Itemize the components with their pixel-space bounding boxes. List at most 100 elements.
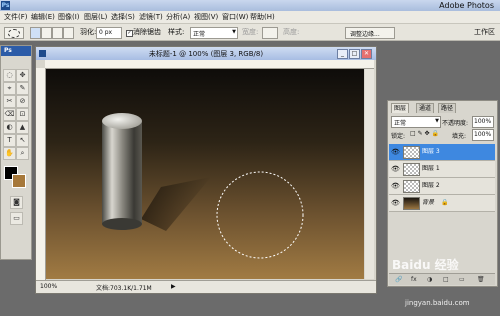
move-tool[interactable]: ✥ bbox=[16, 69, 29, 82]
layer-thumbnail bbox=[403, 180, 420, 193]
tools-panel-header: Ps bbox=[1, 46, 31, 56]
hand-tool[interactable]: ✋ bbox=[3, 147, 16, 160]
menu-filter[interactable]: 滤镜(T) bbox=[139, 12, 163, 22]
antialias-checkbox[interactable]: ✓ bbox=[126, 30, 133, 37]
fx-icon[interactable]: fx bbox=[411, 276, 417, 283]
eye-icon[interactable]: 👁 bbox=[391, 148, 400, 156]
canvas-artwork bbox=[102, 113, 304, 259]
antialias-label: 消除锯齿 bbox=[133, 28, 161, 36]
layer-thumbnail bbox=[403, 197, 420, 210]
menu-layer[interactable]: 图层(L) bbox=[84, 12, 107, 22]
cylinder-shadow bbox=[141, 177, 211, 231]
menu-window[interactable]: 窗口(W) bbox=[222, 12, 248, 22]
tab-layers[interactable]: 图层 bbox=[391, 103, 410, 113]
menu-help[interactable]: 帮助(H) bbox=[250, 12, 275, 22]
style-label: 样式: bbox=[168, 28, 185, 36]
quick-mask-button[interactable]: ◙ bbox=[10, 196, 23, 209]
document-info: 文档:703.1K/1.71M bbox=[96, 285, 152, 292]
crop-tool[interactable]: ✂ bbox=[3, 95, 16, 108]
zoom-tool[interactable]: ⌕ bbox=[16, 147, 29, 160]
eye-icon[interactable]: 👁 bbox=[391, 199, 400, 207]
adjustment-layer-icon[interactable]: ◑ bbox=[427, 276, 432, 283]
path-select-tool[interactable]: ↖ bbox=[16, 134, 29, 147]
vertical-scrollbar[interactable] bbox=[365, 69, 374, 279]
document-window: 未标题-1 @ 100% (图层 3, RGB/8) _ □ ✕ 100% 文档… bbox=[35, 46, 377, 294]
new-selection-button[interactable] bbox=[30, 27, 41, 39]
fill-input[interactable]: 100% bbox=[472, 129, 494, 141]
close-button[interactable]: ✕ bbox=[361, 49, 372, 59]
marquee-tool-preset-button[interactable] bbox=[4, 27, 24, 39]
tab-channels[interactable]: 通道 bbox=[416, 103, 435, 113]
type-tool[interactable]: T bbox=[3, 134, 16, 147]
status-menu-arrow[interactable]: ▶ bbox=[171, 283, 176, 290]
cylinder-body bbox=[102, 121, 142, 224]
document-title-bar: 未标题-1 @ 100% (图层 3, RGB/8) _ □ ✕ bbox=[36, 47, 376, 60]
add-selection-button[interactable] bbox=[41, 27, 52, 39]
magic-wand-tool[interactable]: ✎ bbox=[16, 82, 29, 95]
feather-value: 0 px bbox=[99, 29, 113, 36]
lock-icon: 🔒 bbox=[441, 199, 449, 206]
lasso-tool[interactable]: ⌖ bbox=[3, 82, 16, 95]
menu-image[interactable]: 图像(I) bbox=[58, 12, 80, 22]
new-layer-icon[interactable]: ▭ bbox=[459, 276, 465, 283]
subtract-selection-button[interactable] bbox=[52, 27, 63, 39]
feather-input[interactable]: 0 px bbox=[96, 27, 122, 39]
menu-edit[interactable]: 编辑(E) bbox=[31, 12, 55, 22]
marquee-tool[interactable]: ◌ bbox=[3, 69, 16, 82]
eraser-tool[interactable]: ⌫ bbox=[3, 108, 16, 121]
layer-name: 图层 3 bbox=[422, 148, 440, 155]
menu-select[interactable]: 选择(S) bbox=[111, 12, 135, 22]
layer-name: 背景 bbox=[422, 199, 435, 206]
cylinder-base bbox=[102, 218, 142, 230]
layer-row-background[interactable]: 👁 背景 🔒 bbox=[389, 195, 495, 212]
watermark-url: jingyan.baidu.com bbox=[405, 299, 470, 307]
layer-name: 图层 2 bbox=[422, 182, 440, 189]
layer-row-layer2[interactable]: 👁 图层 2 bbox=[389, 178, 495, 195]
cylinder-top bbox=[102, 113, 142, 129]
gradient-tool[interactable]: ⊡ bbox=[16, 108, 29, 121]
eye-icon[interactable]: 👁 bbox=[391, 165, 400, 173]
menu-file[interactable]: 文件(F) bbox=[4, 12, 28, 22]
zoom-level[interactable]: 100% bbox=[40, 283, 57, 290]
layer-row-layer1[interactable]: 👁 图层 1 bbox=[389, 161, 495, 178]
ps-logo: Ps bbox=[4, 47, 12, 54]
slice-tool[interactable]: ⊘ bbox=[16, 95, 29, 108]
menu-view[interactable]: 视图(V) bbox=[194, 12, 218, 22]
ellipse-marquee-icon bbox=[8, 29, 20, 38]
layer-thumbnail bbox=[403, 163, 420, 176]
background-color-swatch[interactable] bbox=[12, 174, 26, 188]
app-title: Adobe Photos bbox=[439, 1, 494, 10]
canvas[interactable] bbox=[46, 69, 364, 279]
feather-label: 羽化: bbox=[80, 28, 97, 36]
layer-name: 图层 1 bbox=[422, 165, 440, 172]
app-title-bar: Ps Adobe Photos bbox=[0, 0, 500, 11]
maximize-button[interactable]: □ bbox=[349, 49, 360, 59]
pen-tool[interactable]: ▲ bbox=[16, 121, 29, 134]
style-select[interactable]: 正常 ▼ bbox=[190, 27, 238, 39]
trash-icon[interactable]: 🗑 bbox=[477, 276, 485, 283]
vertical-ruler bbox=[36, 68, 46, 280]
lock-icons[interactable]: □ ✎ ✥ 🔒 bbox=[410, 130, 439, 137]
menu-analysis[interactable]: 分析(A) bbox=[166, 12, 190, 22]
ellipse-selection-marquee[interactable] bbox=[216, 171, 304, 259]
horizontal-ruler bbox=[45, 60, 374, 69]
blend-mode-select[interactable]: 正常 ▼ bbox=[391, 116, 441, 128]
opacity-label: 不透明度: bbox=[442, 120, 469, 127]
refine-edge-button[interactable]: 调整边缘... bbox=[345, 27, 395, 39]
link-layers-icon[interactable]: 🔗 bbox=[395, 276, 402, 283]
minimize-button[interactable]: _ bbox=[337, 49, 348, 59]
height-label: 高度: bbox=[283, 28, 300, 36]
opacity-input[interactable]: 100% bbox=[472, 116, 494, 128]
workspace-menu[interactable]: 工作区 bbox=[474, 28, 495, 37]
intersect-selection-button[interactable] bbox=[63, 27, 74, 39]
screen-mode-button[interactable]: ▭ bbox=[10, 212, 23, 225]
tab-paths[interactable]: 路径 bbox=[438, 103, 457, 113]
lock-label: 锁定: bbox=[391, 133, 406, 140]
width-input[interactable] bbox=[262, 27, 278, 39]
chevron-down-icon: ▼ bbox=[435, 118, 439, 124]
eye-icon[interactable]: 👁 bbox=[391, 182, 400, 190]
layer-row-layer3[interactable]: 👁 图层 3 bbox=[389, 144, 495, 161]
layers-panel-footer: 🔗 fx ◑ □ ▭ 🗑 bbox=[389, 273, 495, 285]
new-group-icon[interactable]: □ bbox=[443, 276, 449, 283]
dodge-tool[interactable]: ◐ bbox=[3, 121, 16, 134]
